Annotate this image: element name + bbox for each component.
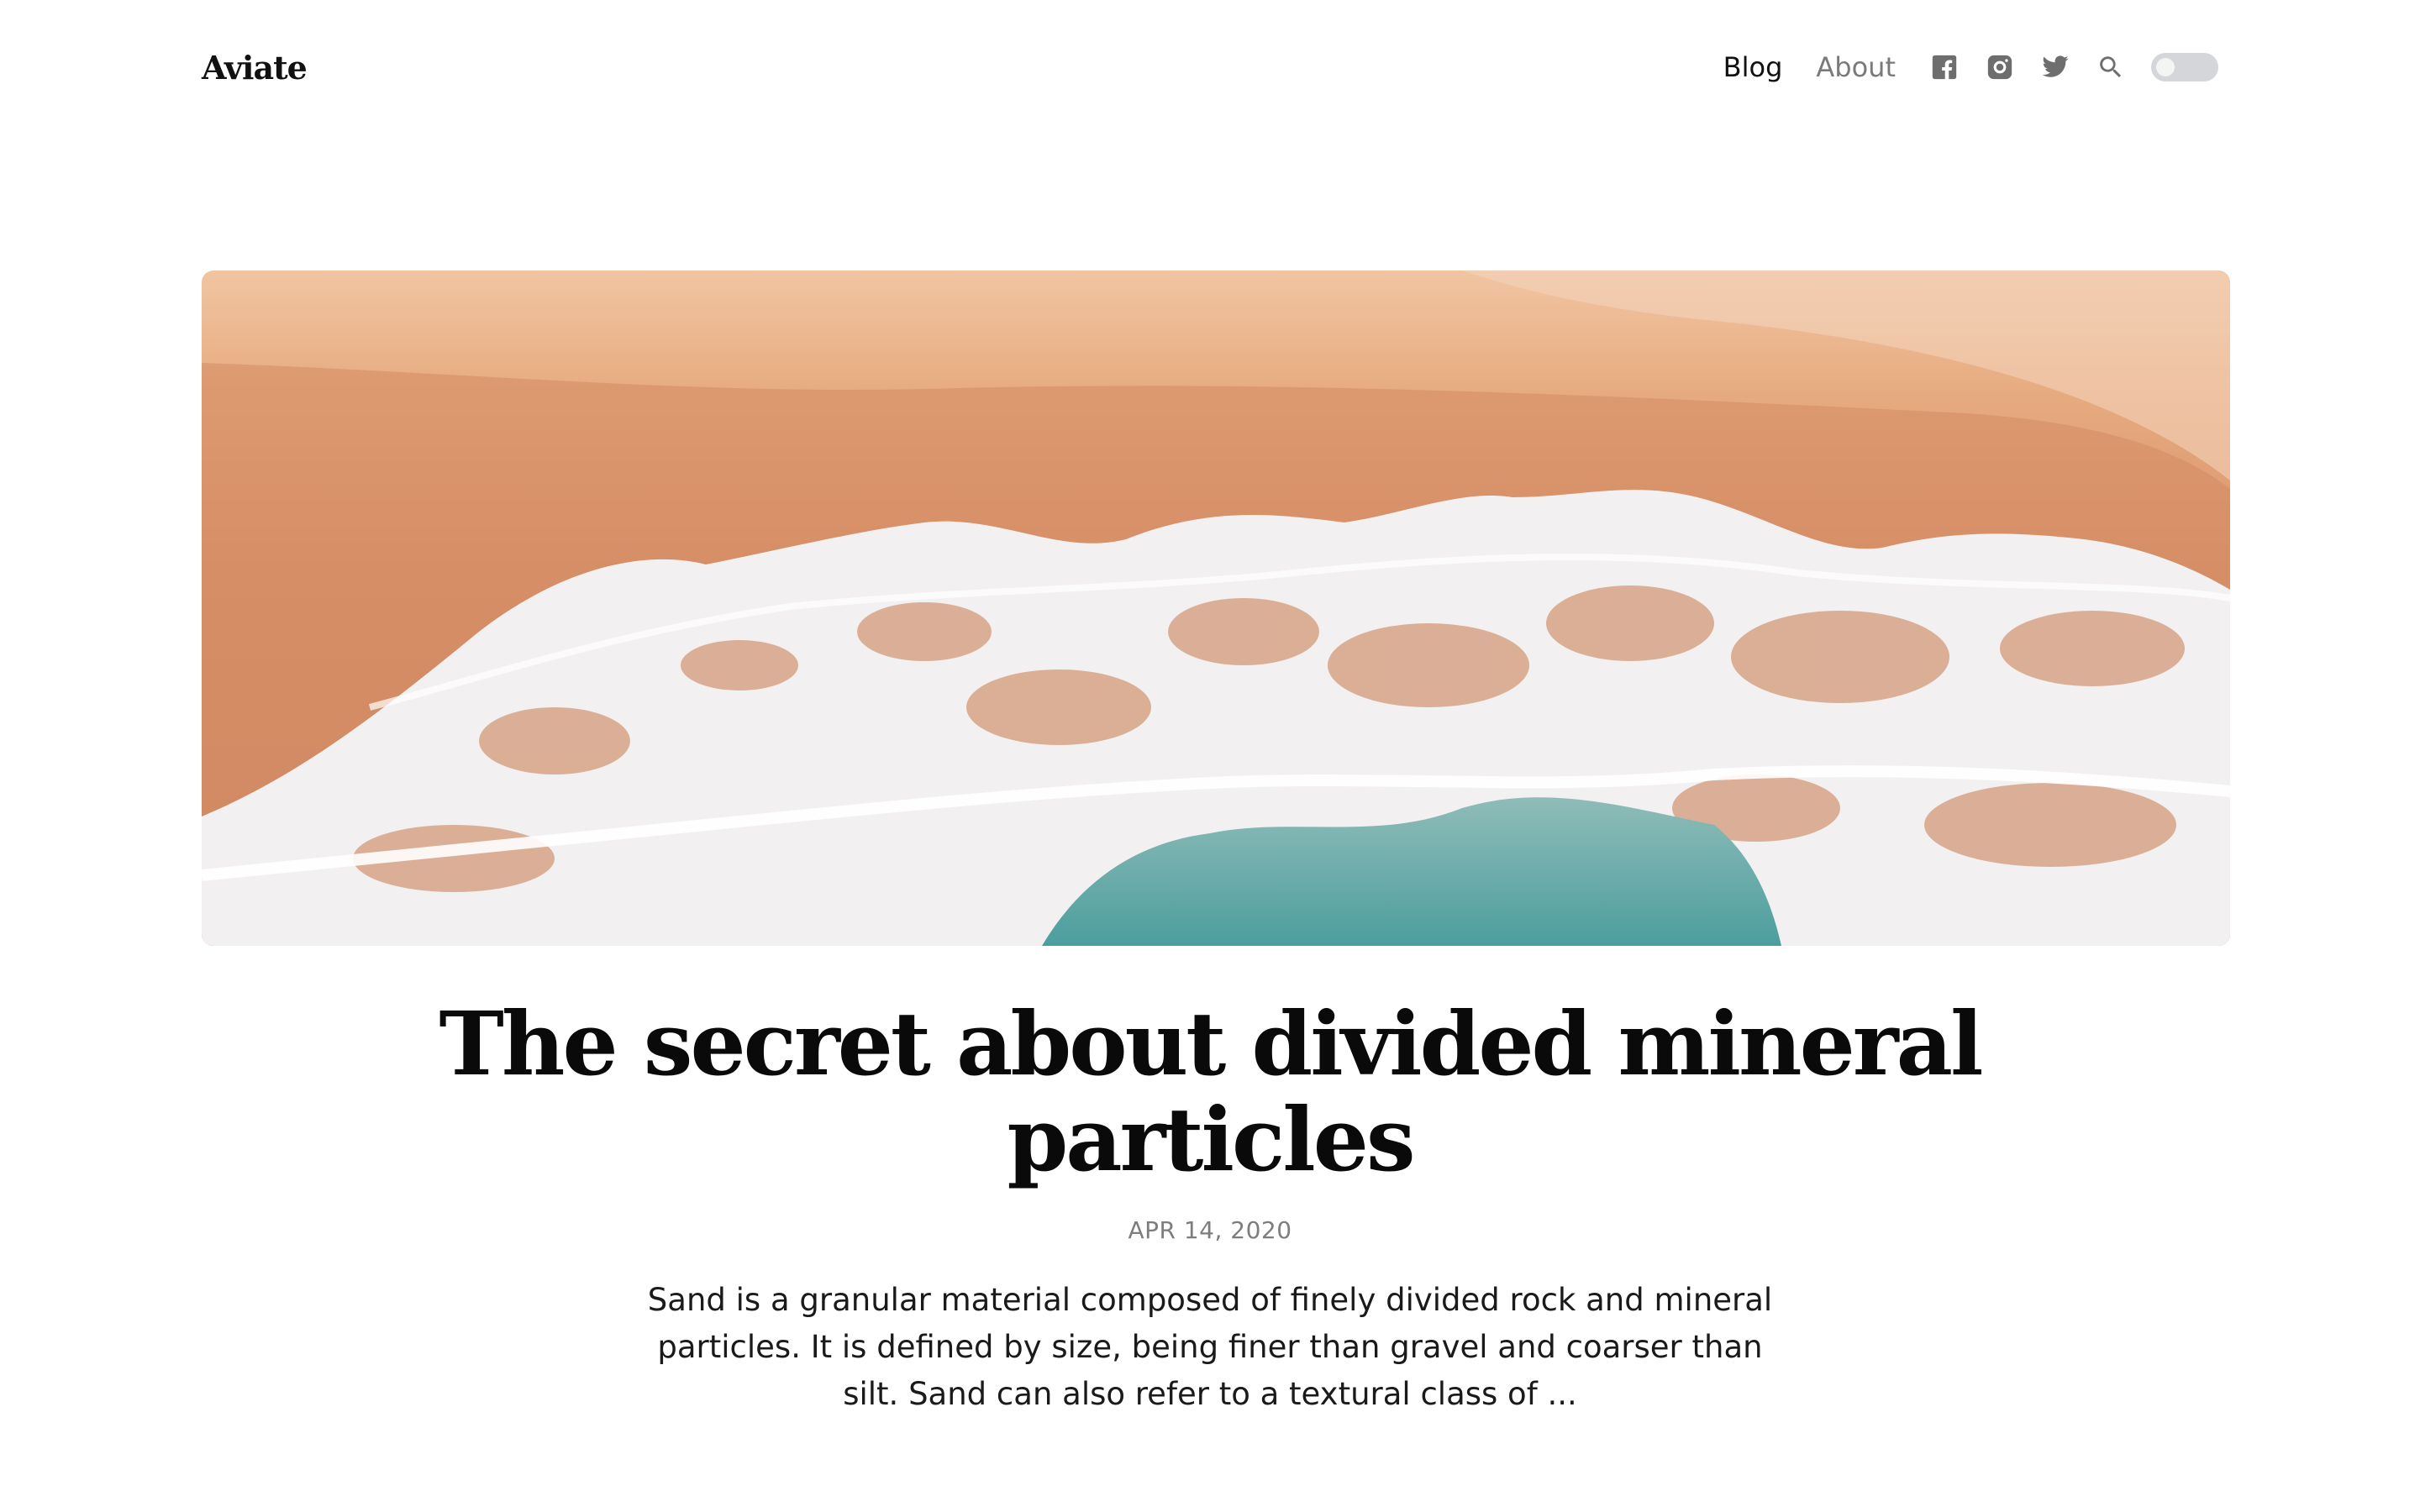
main-nav: Blog About [1723,51,2218,83]
nav-link-about[interactable]: About [1816,51,1896,83]
facebook-icon[interactable] [1929,52,1960,82]
post-excerpt: Sand is a granular material composed of … [647,1282,1773,1412]
twitter-icon[interactable] [2040,52,2070,82]
search-icon[interactable] [2096,52,2126,82]
theme-toggle[interactable] [2151,53,2218,81]
beach-aerial-image [202,270,2230,946]
toggle-knob [2156,58,2175,76]
hero-image[interactable] [202,270,2230,946]
instagram-icon[interactable] [1985,52,2015,82]
post-date: APR 14, 2020 [1128,1216,1292,1244]
site-logo[interactable]: Aviate [202,49,308,87]
post-title[interactable]: The secret about divided mineral particl… [370,996,2050,1188]
nav-link-blog[interactable]: Blog [1723,51,1783,83]
site-header: Aviate Blog About [202,40,2218,94]
